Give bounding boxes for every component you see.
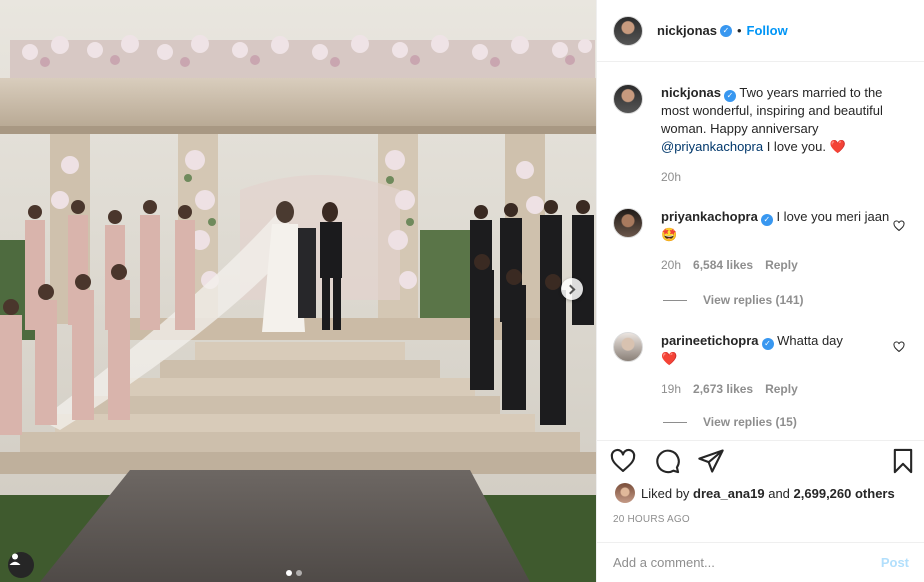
- liker-username[interactable]: drea_ana19: [693, 486, 765, 501]
- liked-by: Liked by drea_ana19 and 2,699,260 others: [615, 483, 895, 503]
- bookmark-icon: [893, 448, 913, 474]
- liked-by-prefix: Liked by: [641, 485, 694, 501]
- reply-button[interactable]: Reply: [765, 380, 798, 398]
- comment-time[interactable]: 20h: [661, 256, 681, 274]
- author-info: nickjonas ✓ • Follow: [657, 23, 788, 38]
- save-button[interactable]: [889, 447, 917, 475]
- caption-text-end: I love you.: [763, 139, 830, 154]
- verified-badge-icon: ✓: [761, 338, 774, 350]
- caption-time[interactable]: 20h: [661, 168, 681, 186]
- comment-username[interactable]: priyankachopra: [661, 209, 758, 224]
- post-photo[interactable]: [0, 0, 596, 582]
- wedding-photo-illustration: [0, 0, 596, 582]
- like-comment-heart-icon[interactable]: [893, 341, 905, 353]
- view-replies-button[interactable]: View replies (141): [663, 293, 804, 307]
- post-comment-button[interactable]: Post: [881, 555, 909, 570]
- comment-username[interactable]: parineetichopra: [661, 333, 759, 348]
- carousel-dot: [296, 570, 302, 576]
- caption: nickjonas ✓ Two years married to the most…: [613, 84, 891, 186]
- reply-button[interactable]: Reply: [765, 256, 798, 274]
- view-replies-button[interactable]: View replies (15): [663, 415, 797, 429]
- comment-input[interactable]: [613, 555, 881, 570]
- comment-bubble-icon: [656, 449, 680, 474]
- heart-icon: [610, 448, 636, 472]
- comment-item: parineetichopra ✓ Whatta day ❤️ 19h 2,673…: [613, 332, 891, 398]
- share-button[interactable]: [697, 447, 725, 475]
- carousel-dot: [286, 570, 292, 576]
- others-likes-link[interactable]: 2,699,260 others: [794, 486, 895, 501]
- caption-mention-link[interactable]: @priyankachopra: [661, 139, 763, 154]
- heart-emoji: ❤️: [661, 351, 678, 366]
- replies-line: [663, 421, 687, 423]
- verified-badge-icon: ✓: [719, 24, 732, 37]
- post-timestamp[interactable]: 20 HOURS AGO: [613, 514, 690, 525]
- follow-button[interactable]: Follow: [747, 23, 788, 38]
- carousel-indicator: [286, 570, 302, 576]
- author-username[interactable]: nickjonas: [657, 23, 717, 38]
- carousel-next-button[interactable]: [561, 278, 583, 300]
- action-icons: [609, 447, 725, 475]
- comment-body: priyankachopra ✓ I love you meri jaan 🤩 2…: [661, 208, 891, 274]
- comment-likes[interactable]: 6,584 likes: [693, 256, 753, 274]
- view-replies-label: View replies (15): [703, 415, 797, 429]
- liked-by-text: Liked by drea_ana19 and 2,699,260 others: [641, 486, 895, 501]
- comment-item: priyankachopra ✓ I love you meri jaan 🤩 2…: [613, 208, 891, 274]
- commenter-avatar[interactable]: [613, 208, 643, 238]
- post-header: nickjonas ✓ • Follow: [597, 0, 924, 62]
- liked-by-and: and: [764, 485, 794, 501]
- comment-time[interactable]: 19h: [661, 380, 681, 398]
- post-actions: Liked by drea_ana19 and 2,699,260 others…: [597, 440, 924, 540]
- comments-section[interactable]: nickjonas ✓ Two years married to the most…: [597, 62, 924, 440]
- comment-text: I love you meri jaan: [776, 209, 890, 224]
- caption-body: nickjonas ✓ Two years married to the most…: [661, 84, 891, 186]
- comment-body: parineetichopra ✓ Whatta day ❤️ 19h 2,673…: [661, 332, 891, 398]
- tagged-users-button[interactable]: [8, 552, 34, 578]
- author-avatar[interactable]: [613, 15, 643, 46]
- user-icon: [9, 553, 21, 565]
- heart-emoji: ❤️: [829, 139, 846, 154]
- chevron-right-icon: [565, 284, 576, 294]
- caption-username[interactable]: nickjonas: [661, 85, 721, 100]
- caption-meta: 20h: [661, 168, 891, 186]
- comment-meta: 20h 6,584 likes Reply: [661, 256, 891, 274]
- verified-badge-icon: ✓: [760, 214, 773, 226]
- separator-dot: •: [736, 23, 742, 38]
- post-details-panel: nickjonas ✓ • Follow nickjonas ✓ Two year…: [596, 0, 924, 582]
- comment-composer: Post: [597, 542, 924, 582]
- like-comment-heart-icon[interactable]: [893, 220, 905, 232]
- replies-line: [663, 299, 687, 301]
- comment-meta: 19h 2,673 likes Reply: [661, 380, 891, 398]
- caption-avatar[interactable]: [613, 84, 643, 114]
- star-struck-emoji: 🤩: [661, 227, 678, 242]
- commenter-avatar[interactable]: [613, 332, 643, 362]
- verified-badge-icon: ✓: [723, 90, 736, 102]
- comment-likes[interactable]: 2,673 likes: [693, 380, 753, 398]
- view-replies-label: View replies (141): [703, 293, 804, 307]
- comment-button[interactable]: [653, 447, 681, 475]
- paper-plane-icon: [698, 449, 724, 473]
- liker-avatar[interactable]: [615, 483, 635, 503]
- like-button[interactable]: [609, 447, 637, 475]
- comment-text: Whatta day: [777, 333, 843, 348]
